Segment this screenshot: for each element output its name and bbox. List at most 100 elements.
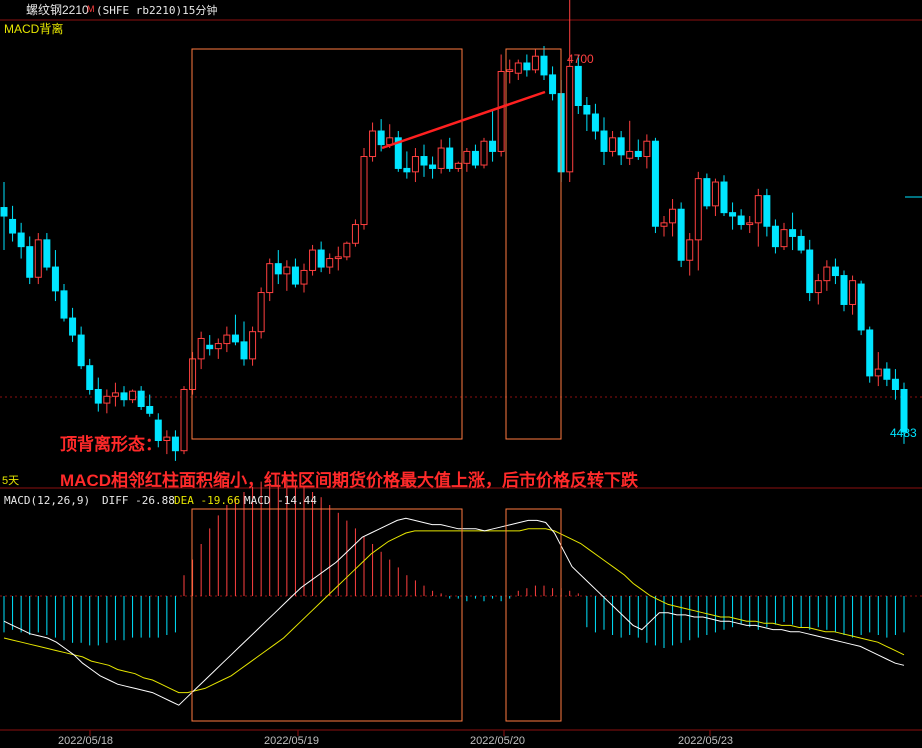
candle-body [369,130,377,158]
candle-body [797,235,805,251]
candle [180,386,188,455]
candle-body [274,263,282,275]
x-tick-label: 2022/05/18 [58,735,113,747]
candle-body [874,368,882,377]
candle-body [840,275,848,305]
candle [669,199,677,237]
divergence-box-2-macd [505,508,562,722]
candle-body [891,378,899,390]
candle-body [660,222,668,227]
candle-body [831,266,839,277]
candle-body [69,317,77,336]
candle [737,209,745,230]
candle [874,352,882,387]
candle [694,171,702,271]
candle-body [471,150,479,166]
candle [223,326,231,353]
candle [231,314,239,346]
x-tick-label: 2022/05/19 [264,735,319,747]
candle [120,386,128,407]
candle [437,139,445,174]
candle-body [480,140,488,166]
candle [86,358,94,395]
candle-body [180,388,188,452]
candle-body [523,62,531,71]
candle [420,144,428,177]
candle-body [43,239,51,268]
candle [26,236,34,285]
candle [626,120,634,166]
candle [797,229,805,254]
candle-body [703,178,711,207]
candle [454,161,462,172]
candle [51,250,59,302]
candle-body [103,395,111,404]
candle [17,222,25,259]
candle [197,331,205,370]
candle-body [317,249,325,268]
candle [111,382,119,407]
candle-body [231,334,239,343]
candle [566,0,574,183]
candle-body [463,150,471,164]
candle [334,246,342,271]
candle-body [763,195,771,227]
candle-body [849,280,857,305]
candle-body [806,249,814,294]
candle [523,54,531,77]
candle [189,352,197,395]
candle [754,188,762,247]
candle [531,49,539,74]
candle-body [326,258,334,268]
candle-body [240,341,248,360]
candle [540,45,548,81]
candle-body [497,71,505,152]
dea-line [3,528,905,694]
candle [240,321,248,366]
candle-body [163,436,171,442]
candle-body [446,147,454,169]
candle [129,389,137,404]
candle-body [343,242,351,258]
candle-body [9,218,17,234]
candle [746,216,754,234]
annotation-title: 顶背离形态： [60,434,162,454]
candle [214,338,222,359]
candle-body [429,164,437,169]
candle [703,173,711,210]
annotation-body: MACD相邻红柱面积缩小，红柱区间期货价格最大值上涨，后市价格反转下跌 [60,470,639,490]
candle-body [814,280,822,294]
candle-body [51,266,59,292]
candle [69,307,77,342]
candle-body [60,290,68,319]
candle-body [454,162,462,169]
candle [403,151,411,179]
candle-body [694,178,702,241]
x-tick-label: 2022/05/20 [470,735,525,747]
candle [171,430,179,461]
candle [266,258,274,302]
divergence-box-2-price [505,48,562,440]
candle [711,178,719,217]
candle [677,202,685,268]
candle [369,122,377,162]
candle-body [720,181,728,214]
candle-body [86,365,94,390]
candle [43,233,51,271]
candle-body [643,140,651,158]
candle-body [729,212,737,217]
candle [257,287,265,339]
candle [411,148,419,183]
candle-body [189,358,197,390]
candle [463,148,471,172]
candle [651,137,659,234]
candle [789,212,797,251]
instrument-info: (SHFE rb2210)15分钟 [96,3,217,17]
candle-body [609,137,617,152]
candle-body [677,208,685,261]
candle [480,137,488,169]
candle [317,241,325,273]
candle [146,394,154,417]
candle-body [351,224,359,244]
candle-body [403,167,411,173]
